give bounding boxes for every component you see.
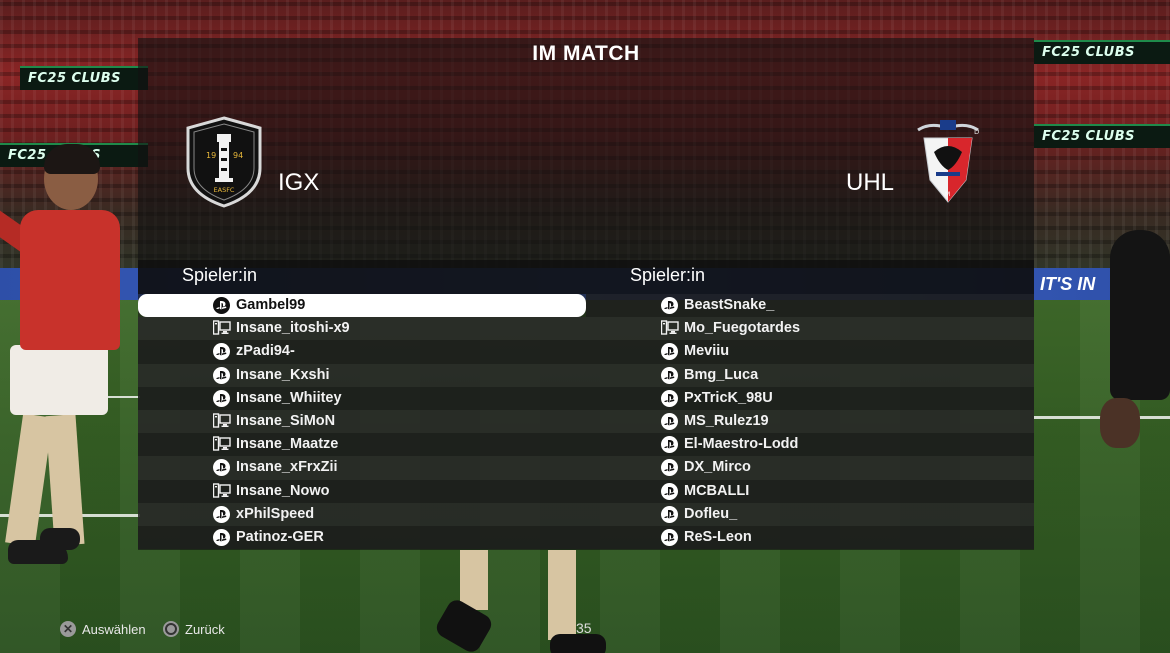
playstation-icon <box>213 343 230 361</box>
board-text: IT'S IN <box>1040 274 1096 294</box>
player-row[interactable]: Gambel99 <box>138 294 586 318</box>
playstation-icon <box>213 505 230 523</box>
player-row[interactable]: zPadi94- <box>138 340 586 364</box>
crest-year-left: 19 <box>206 151 216 160</box>
pc-icon <box>212 482 231 500</box>
player-row[interactable]: BeastSnake_ <box>586 294 1034 318</box>
player-row[interactable]: DX_Mirco <box>586 456 1034 480</box>
crest-label: EASFC <box>214 186 235 194</box>
away-players-header: Spieler:in <box>586 260 1034 294</box>
player-row[interactable]: Insane_itoshi-x9 <box>138 317 586 341</box>
home-team-crest: 19 94 EASFC <box>184 116 264 208</box>
playstation-icon <box>213 297 230 314</box>
player-name: Insane_xFrxZii <box>236 459 338 476</box>
ad-banner: FC25 CLUBS <box>20 66 148 90</box>
circle-button-icon <box>163 621 179 637</box>
player-name: Insane_Nowo <box>236 482 330 499</box>
select-label: Auswählen <box>82 621 146 637</box>
ad-banner: FC25 CLUBS <box>1034 124 1170 148</box>
player-row[interactable]: Bmg_Luca <box>586 363 1034 387</box>
player-row[interactable]: Patinoz-GER <box>138 525 586 550</box>
player-name: xPhilSpeed <box>236 505 315 522</box>
back-button[interactable]: Zurück <box>163 619 225 639</box>
player-name: zPadi94- <box>236 343 295 360</box>
player-row[interactable]: El-Maestro-Lodd <box>586 433 1034 457</box>
svg-text:M: M <box>945 191 950 198</box>
player-name: Bmg_Luca <box>684 366 759 383</box>
playstation-icon <box>661 459 678 477</box>
player-figure-left <box>0 140 140 580</box>
player-row[interactable]: MCBALLI <box>586 479 1034 503</box>
player-name: Patinoz-GER <box>236 528 324 545</box>
playstation-icon <box>661 436 678 454</box>
player-name: BeastSnake_ <box>684 297 775 313</box>
home-team-name: IGX <box>278 169 320 196</box>
away-team-name: UHL <box>846 169 895 196</box>
countdown-timer: 35 <box>576 620 592 636</box>
playstation-icon <box>661 482 678 500</box>
player-name: DX_Mirco <box>684 459 751 476</box>
player-name: MCBALLI <box>684 482 750 499</box>
player-row[interactable]: Insane_Nowo <box>138 479 586 503</box>
playstation-icon <box>213 528 230 546</box>
playstation-icon <box>213 459 230 477</box>
page-title: IM MATCH <box>532 42 640 65</box>
player-row[interactable]: Insane_xFrxZii <box>138 456 586 480</box>
player-name: Insane_Kxshi <box>236 366 330 383</box>
player-row[interactable]: ReS-Leon <box>586 525 1034 550</box>
pc-icon <box>212 413 231 430</box>
player-name: Insane_Whiitey <box>236 389 342 406</box>
playstation-icon <box>213 389 230 407</box>
player-name: PxTricK_98U <box>684 389 773 406</box>
player-row[interactable]: MS_Rulez19 <box>586 409 1034 434</box>
player-name: Mo_Fuegotardes <box>684 320 801 337</box>
teams-header: 19 94 EASFC IGX D M UHL <box>138 84 1034 260</box>
playstation-icon <box>661 343 678 361</box>
player-row[interactable]: Insane_Kxshi <box>138 363 586 387</box>
home-player-list: Gambel99 Insane_itoshi-x9 zPadi94- Insane_K… <box>138 294 586 550</box>
crest-year-right: 94 <box>233 151 243 160</box>
player-row[interactable]: Insane_Maatze <box>138 433 586 457</box>
ad-banner: FC25 CLUBS <box>1034 40 1170 64</box>
playstation-icon <box>661 505 678 523</box>
player-name: ReS-Leon <box>684 528 752 545</box>
select-button[interactable]: ✕ Auswählen <box>60 619 146 639</box>
player-figure-right <box>1100 230 1170 460</box>
match-lobby-panel: IM MATCH 19 94 EASFC IGX D M UHL Spieler… <box>138 38 1034 550</box>
playstation-icon <box>213 366 230 384</box>
playstation-icon <box>661 389 678 407</box>
player-name: Insane_Maatze <box>236 436 339 453</box>
back-label: Zurück <box>185 621 225 637</box>
pc-icon <box>212 436 231 453</box>
pc-icon <box>212 320 231 337</box>
player-row[interactable]: xPhilSpeed <box>138 502 586 526</box>
player-name: Dofleu_ <box>684 505 738 522</box>
playstation-icon <box>661 528 678 546</box>
home-players-header: Spieler:in <box>138 260 586 294</box>
player-name: Insane_SiMoN <box>236 412 336 429</box>
svg-text:D: D <box>974 128 979 136</box>
player-legs-center <box>433 550 606 653</box>
cross-button-icon: ✕ <box>60 621 76 637</box>
away-team-crest: D M <box>910 118 986 208</box>
away-player-list: BeastSnake_ Mo_Fuegotardes Meviiu Bmg_Luca P… <box>586 294 1034 550</box>
player-row[interactable]: Insane_Whiitey <box>138 386 586 410</box>
player-row[interactable]: Dofleu_ <box>586 502 1034 526</box>
player-row[interactable]: Mo_Fuegotardes <box>586 317 1034 341</box>
playstation-icon <box>661 366 678 384</box>
player-name: MS_Rulez19 <box>684 412 769 429</box>
player-name: Gambel99 <box>236 297 306 313</box>
player-name: El-Maestro-Lodd <box>684 436 799 453</box>
player-name: Insane_itoshi-x9 <box>236 320 350 337</box>
player-row[interactable]: Insane_SiMoN <box>138 409 586 434</box>
player-row[interactable]: PxTricK_98U <box>586 386 1034 410</box>
pc-icon <box>660 320 679 337</box>
playstation-icon <box>661 297 678 314</box>
player-row[interactable]: Meviiu <box>586 340 1034 364</box>
player-name: Meviiu <box>684 343 730 360</box>
playstation-icon <box>661 412 678 430</box>
